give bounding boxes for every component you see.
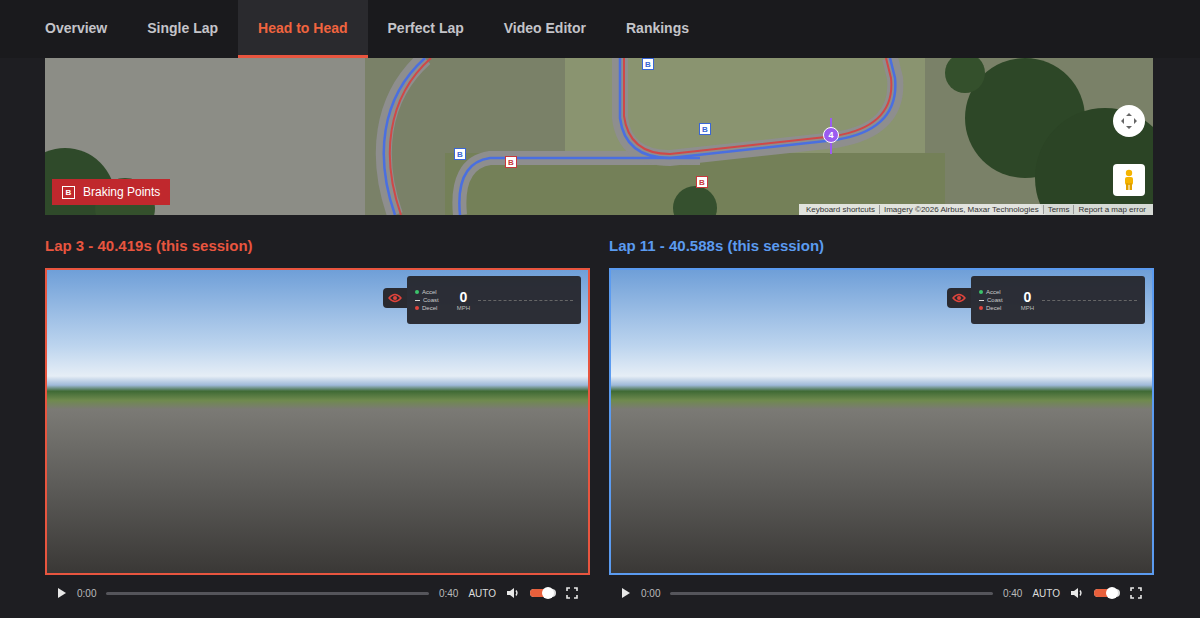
legend-item: Decel (979, 305, 1003, 311)
speed-trace (478, 300, 573, 301)
pegman-icon (1122, 169, 1136, 191)
video-controls: 0:00 0:40 AUTO (609, 575, 1154, 603)
speed-unit: MPH (1021, 305, 1034, 311)
lap-comparison: Lap 3 - 40.419s (this session) Accel Coa… (0, 215, 1200, 603)
nav-tab[interactable]: Head to Head (238, 0, 367, 58)
braking-marker[interactable]: B (454, 148, 466, 160)
volume-slider[interactable] (530, 589, 556, 597)
lap-title: Lap 3 - 40.419s (this session) (45, 215, 590, 268)
attribution-link[interactable]: Keyboard shortcuts (802, 205, 879, 214)
app-root: OverviewSingle LapHead to HeadPerfect La… (0, 0, 1200, 618)
video-frame[interactable]: Accel Coast Decel 0 MPH (45, 268, 590, 575)
legend-item: Accel (415, 289, 439, 295)
move-icon (1120, 112, 1138, 130)
map-attribution: Keyboard shortcutsImagery ©2026 Airbus, … (799, 204, 1153, 215)
volume-icon[interactable] (506, 587, 520, 599)
telemetry-overlay: Accel Coast Decel 0 MPH (383, 276, 581, 324)
legend-dot-icon (415, 290, 419, 294)
legend-dot-icon (415, 306, 419, 310)
map[interactable]: B B B B B 4 B Braking Points Keyboard shortc… (45, 58, 1153, 215)
current-time: 0:00 (77, 588, 96, 599)
attribution-link[interactable]: Terms (1043, 205, 1074, 214)
nav-tab[interactable]: Rankings (606, 0, 709, 58)
volume-icon[interactable] (1070, 587, 1084, 599)
current-time: 0:00 (641, 588, 660, 599)
lap-panel: Lap 3 - 40.419s (this session) Accel Coa… (45, 215, 590, 603)
progress-bar[interactable] (670, 592, 992, 595)
quality-button[interactable]: AUTO (468, 588, 496, 599)
braking-marker[interactable]: B (699, 123, 711, 135)
speed-gauge: Accel Coast Decel 0 MPH (407, 276, 581, 324)
lap-panel: Lap 11 - 40.588s (this session) Accel Co… (609, 215, 1154, 603)
duration: 0:40 (439, 588, 458, 599)
braking-points-legend[interactable]: B Braking Points (52, 179, 170, 205)
legend-dash-icon (979, 300, 984, 301)
nav-tab[interactable]: Single Lap (127, 0, 238, 58)
video-frame[interactable]: Accel Coast Decel 0 MPH (609, 268, 1154, 575)
legend-item: Coast (979, 297, 1003, 303)
satellite-imagery (45, 58, 1153, 215)
braking-marker[interactable]: B (642, 58, 654, 70)
legend-item: Decel (415, 305, 439, 311)
toggle-overlay-button[interactable] (947, 288, 971, 308)
legend-dot-icon (979, 290, 983, 294)
speed-value: 0 (459, 289, 467, 305)
video-controls: 0:00 0:40 AUTO (45, 575, 590, 603)
braking-marker[interactable]: B (505, 156, 517, 168)
braking-icon: B (62, 186, 75, 199)
toggle-overlay-button[interactable] (383, 288, 407, 308)
legend-item: Accel (979, 289, 1003, 295)
recenter-button[interactable] (1113, 105, 1145, 137)
lap-title: Lap 11 - 40.588s (this session) (609, 215, 1154, 268)
telemetry-overlay: Accel Coast Decel 0 MPH (947, 276, 1145, 324)
nav-tab[interactable]: Perfect Lap (368, 0, 484, 58)
nav-tab[interactable]: Overview (25, 0, 127, 58)
legend-dash-icon (415, 300, 420, 301)
fullscreen-icon[interactable] (1130, 587, 1142, 599)
attribution-link[interactable]: Report a map error (1073, 205, 1150, 214)
attribution-link[interactable]: Imagery ©2026 Airbus, Maxar Technologies (879, 205, 1043, 214)
duration: 0:40 (1003, 588, 1022, 599)
eye-icon (388, 293, 402, 303)
quality-button[interactable]: AUTO (1032, 588, 1060, 599)
legend-label: Braking Points (83, 185, 160, 199)
play-icon[interactable] (621, 587, 631, 599)
speed-trace (1042, 300, 1137, 301)
speed-unit: MPH (457, 305, 470, 311)
eye-icon (952, 293, 966, 303)
top-nav: OverviewSingle LapHead to HeadPerfect La… (0, 0, 1200, 58)
legend-dot-icon (979, 306, 983, 310)
progress-bar[interactable] (106, 592, 428, 595)
street-view-button[interactable] (1113, 164, 1145, 196)
speed-gauge: Accel Coast Decel 0 MPH (971, 276, 1145, 324)
braking-marker[interactable]: B (696, 176, 708, 188)
fullscreen-icon[interactable] (566, 587, 578, 599)
volume-slider[interactable] (1094, 589, 1120, 597)
corner-marker[interactable]: 4 (823, 127, 839, 143)
legend-item: Coast (415, 297, 439, 303)
play-icon[interactable] (57, 587, 67, 599)
nav-tab[interactable]: Video Editor (484, 0, 606, 58)
speed-value: 0 (1023, 289, 1031, 305)
